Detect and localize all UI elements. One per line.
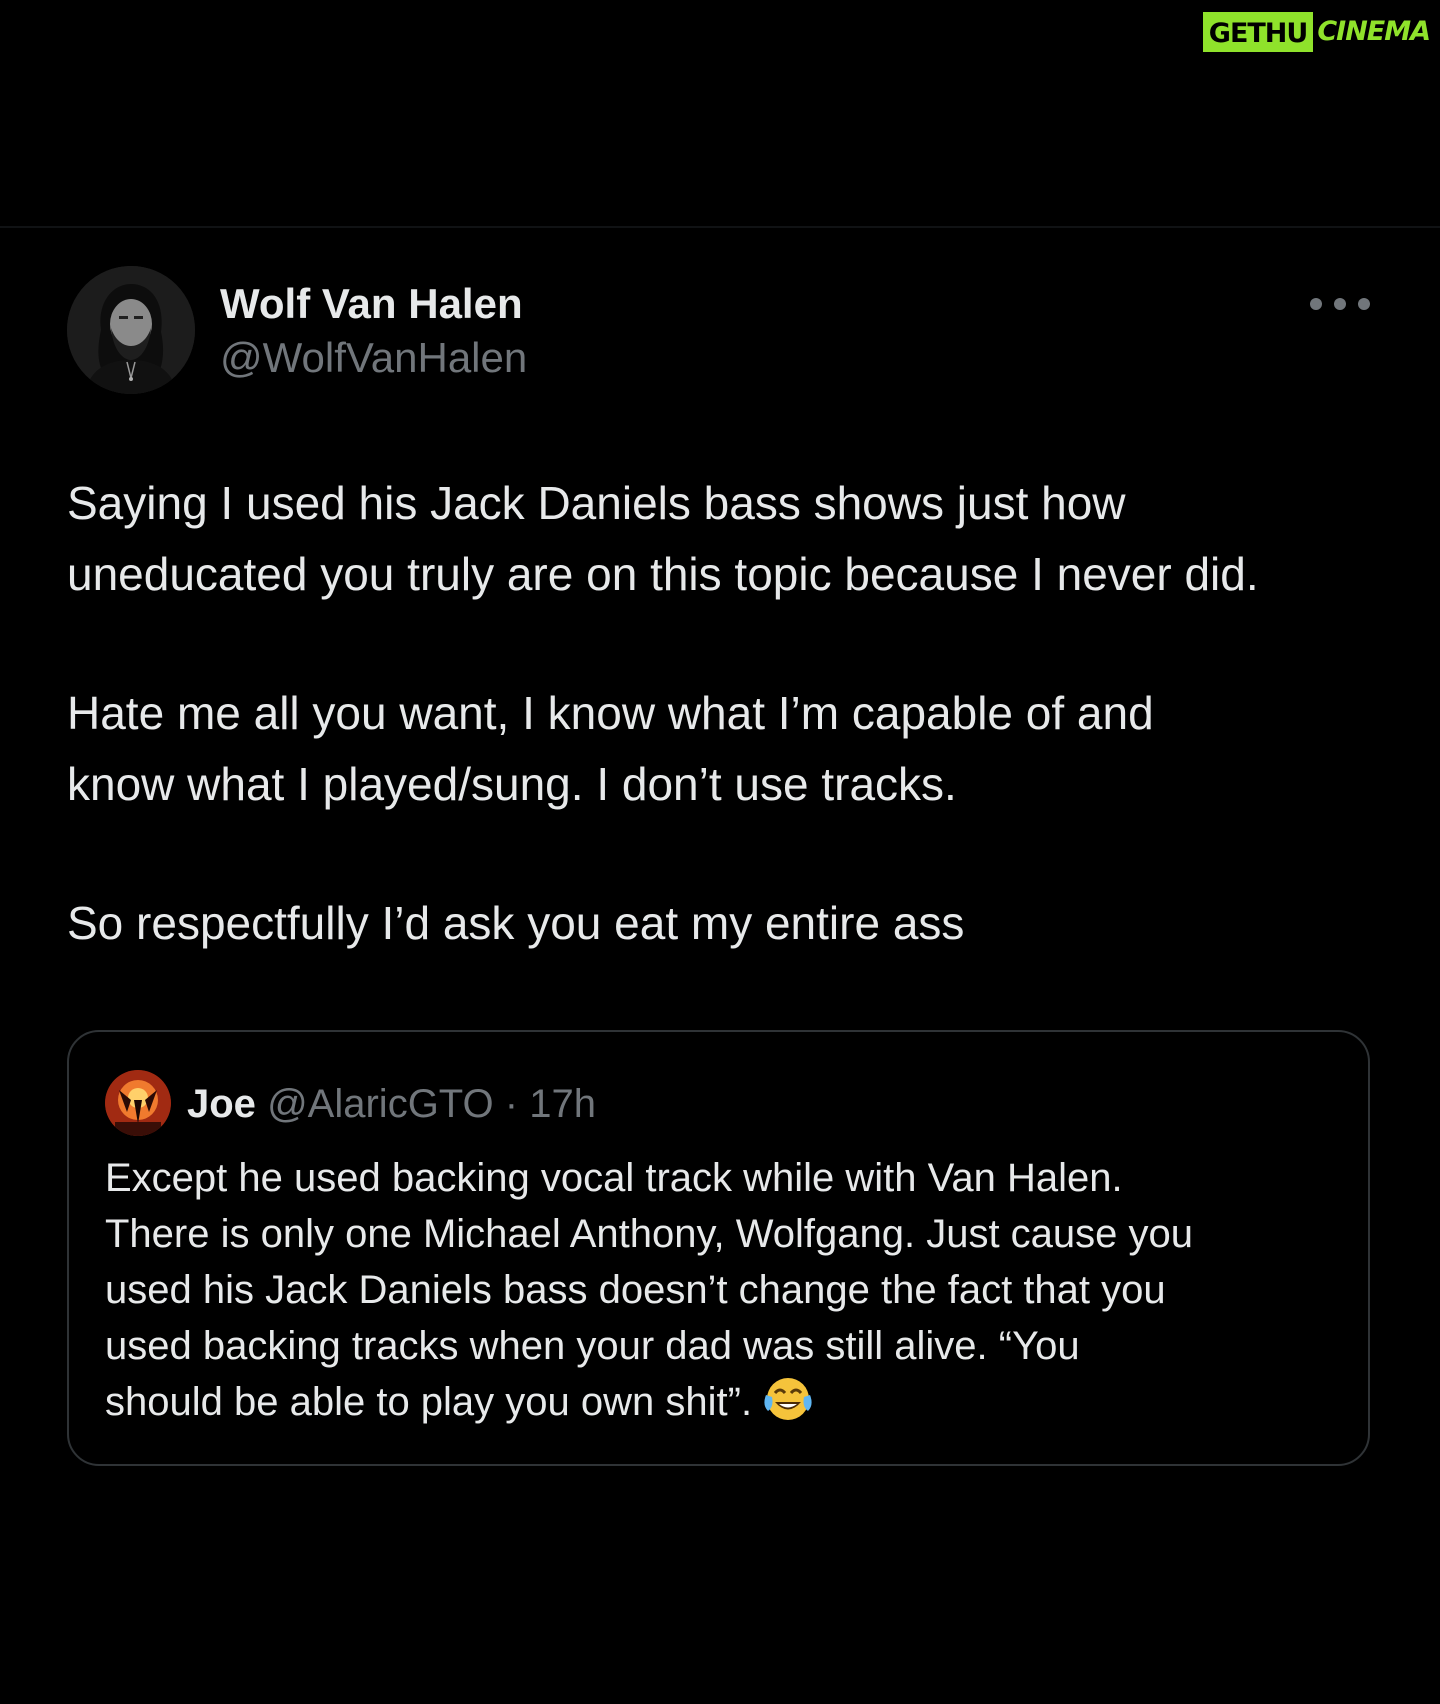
author-avatar-portrait	[67, 266, 195, 394]
author-name[interactable]: Wolf Van Halen	[220, 278, 523, 330]
watermark-logo: GETHU CINEMA	[1202, 12, 1434, 52]
quoted-timestamp[interactable]: 17h	[529, 1082, 596, 1126]
quoted-line: should be able to play you own shit”.	[105, 1380, 753, 1424]
tweet-line: Hate me all you want, I know what I’m ca…	[67, 687, 1154, 739]
tweet-text: Saying I used his Jack Daniels bass show…	[67, 468, 1397, 959]
tweet-line: know what I played/sung. I don’t use tra…	[67, 758, 957, 810]
tweet-line: So respectfully I’d ask you eat my entir…	[67, 897, 965, 949]
tweet-paragraph: Saying I used his Jack Daniels bass show…	[67, 468, 1397, 610]
more-horizontal-icon-dot	[1358, 298, 1370, 310]
author-avatar[interactable]	[67, 266, 195, 394]
top-divider	[0, 226, 1440, 228]
quoted-line: There is only one Michael Anthony, Wolfg…	[105, 1212, 1194, 1256]
tweet-line: uneducated you truly are on this topic b…	[67, 548, 1259, 600]
quoted-author-name[interactable]: Joe	[187, 1082, 256, 1126]
more-horizontal-icon-dot	[1334, 298, 1346, 310]
quoted-author-avatar[interactable]	[105, 1070, 171, 1136]
watermark-part-2: CINEMA	[1317, 16, 1431, 47]
quoted-line-last: should be able to play you own shit”.	[105, 1374, 1345, 1438]
quoted-avatar-image	[105, 1070, 171, 1136]
tweet-paragraph: Hate me all you want, I know what I’m ca…	[67, 678, 1397, 820]
quoted-line: used backing tracks when your dad was st…	[105, 1324, 1080, 1368]
more-horizontal-icon	[1310, 298, 1322, 310]
quoted-line: used his Jack Daniels bass doesn’t chang…	[105, 1268, 1166, 1312]
quoted-tweet-header: Joe @AlaricGTO · 17h	[187, 1080, 596, 1128]
tears-of-joy-emoji-icon	[762, 1375, 814, 1438]
tweet-line: Saying I used his Jack Daniels bass show…	[67, 477, 1126, 529]
quoted-tweet-card[interactable]: Joe @AlaricGTO · 17h Except he used back…	[67, 1030, 1370, 1466]
watermark-part-1: GETHU	[1202, 12, 1314, 52]
quoted-separator: ·	[504, 1082, 519, 1126]
quoted-author-handle[interactable]: @AlaricGTO	[267, 1082, 494, 1126]
author-handle[interactable]: @WolfVanHalen	[220, 332, 527, 384]
more-options-button[interactable]	[1310, 286, 1370, 322]
quoted-line: Except he used backing vocal track while…	[105, 1156, 1123, 1200]
tweet-paragraph: So respectfully I’d ask you eat my entir…	[67, 888, 1397, 959]
quoted-tweet-text: Except he used backing vocal track while…	[105, 1150, 1345, 1438]
